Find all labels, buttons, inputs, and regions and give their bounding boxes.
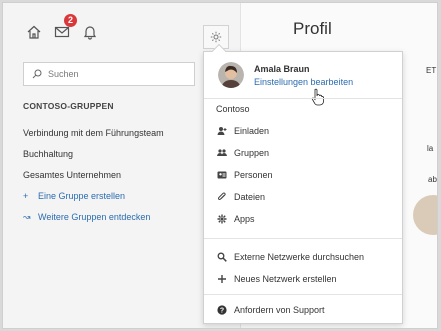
menu-item-label: Anfordern von Support <box>234 305 325 315</box>
gear-icon <box>210 31 222 43</box>
files-icon <box>216 191 228 203</box>
user-row: Amala Braun Einstellungen bearbeiten <box>218 62 353 88</box>
group-item[interactable]: Verbindung mit dem Führungsteam <box>23 123 164 144</box>
menu-item-files[interactable]: Dateien <box>204 186 402 208</box>
search-icon <box>32 69 42 79</box>
network-section: Contoso Einladen Gruppen Personen Dateie… <box>204 98 402 230</box>
menu-divider <box>204 238 402 239</box>
search-icon <box>216 251 228 263</box>
group-list: Verbindung mit dem Führungsteam Buchhalt… <box>23 123 164 228</box>
menu-item-label: Neues Netzwerk erstellen <box>234 274 337 284</box>
edit-settings-link[interactable]: Einstellungen bearbeiten <box>254 77 353 87</box>
bell-icon[interactable] <box>81 23 99 41</box>
menu-divider <box>204 294 402 295</box>
content-fragment: la <box>427 144 434 153</box>
people-icon <box>216 169 228 181</box>
home-icon[interactable] <box>25 23 43 41</box>
menu-item-label: Externe Netzwerke durchsuchen <box>234 252 365 262</box>
settings-menu: Amala Braun Einstellungen bearbeiten Con… <box>203 43 403 324</box>
menu-item-label: Personen <box>234 170 273 180</box>
groups-icon <box>216 147 228 159</box>
group-item[interactable]: Gesamtes Unternehmen <box>23 165 164 186</box>
search-box[interactable] <box>23 62 195 86</box>
app-window: 2 CONTOSO-GRUPPEN Verbindung mit dem Füh… <box>2 2 438 329</box>
profile-avatar <box>413 195 437 235</box>
menu-item-label: Gruppen <box>234 148 270 158</box>
menu-item-groups[interactable]: Gruppen <box>204 142 402 164</box>
discover-groups-link[interactable]: ↝ Weitere Gruppen entdecken <box>23 207 164 228</box>
avatar[interactable] <box>218 62 244 88</box>
invite-icon <box>216 125 228 137</box>
discover-groups-label: Weitere Gruppen entdecken <box>38 212 151 222</box>
menu-item-external-search[interactable]: Externe Netzwerke durchsuchen <box>204 246 402 268</box>
content-fragment: ab <box>428 175 437 184</box>
discover-icon: ↝ <box>23 212 31 222</box>
top-icon-bar: 2 <box>25 14 99 41</box>
support-section: ? Anfordern von Support <box>204 299 402 321</box>
menu-item-invite[interactable]: Einladen <box>204 120 402 142</box>
network-name[interactable]: Contoso <box>204 98 402 120</box>
svg-text:?: ? <box>220 308 224 315</box>
plus-icon: + <box>23 191 29 201</box>
search-input[interactable] <box>48 69 188 79</box>
menu-item-label: Dateien <box>234 192 266 202</box>
menu-item-support[interactable]: ? Anfordern von Support <box>204 299 402 321</box>
plus-icon <box>216 273 228 285</box>
mail-icon[interactable]: 2 <box>53 14 77 41</box>
menu-item-new-network[interactable]: Neues Netzwerk erstellen <box>204 268 402 290</box>
apps-icon <box>216 213 228 225</box>
menu-item-apps[interactable]: Apps <box>204 208 402 230</box>
user-name: Amala Braun <box>254 63 310 74</box>
menu-item-label: Einladen <box>234 126 270 136</box>
groups-heading: CONTOSO-GRUPPEN <box>23 101 114 111</box>
menu-item-label: Apps <box>234 214 255 224</box>
help-icon: ? <box>216 304 228 316</box>
mail-badge: 2 <box>64 14 77 27</box>
group-item[interactable]: Buchhaltung <box>23 144 164 165</box>
page-title: Profil <box>293 19 332 38</box>
external-section: Externe Netzwerke durchsuchen Neues Netz… <box>204 246 402 290</box>
content-fragment: ET <box>426 66 437 75</box>
create-group-link[interactable]: + Eine Gruppe erstellen <box>23 186 164 207</box>
menu-item-people[interactable]: Personen <box>204 164 402 186</box>
create-group-label: Eine Gruppe erstellen <box>38 191 126 201</box>
